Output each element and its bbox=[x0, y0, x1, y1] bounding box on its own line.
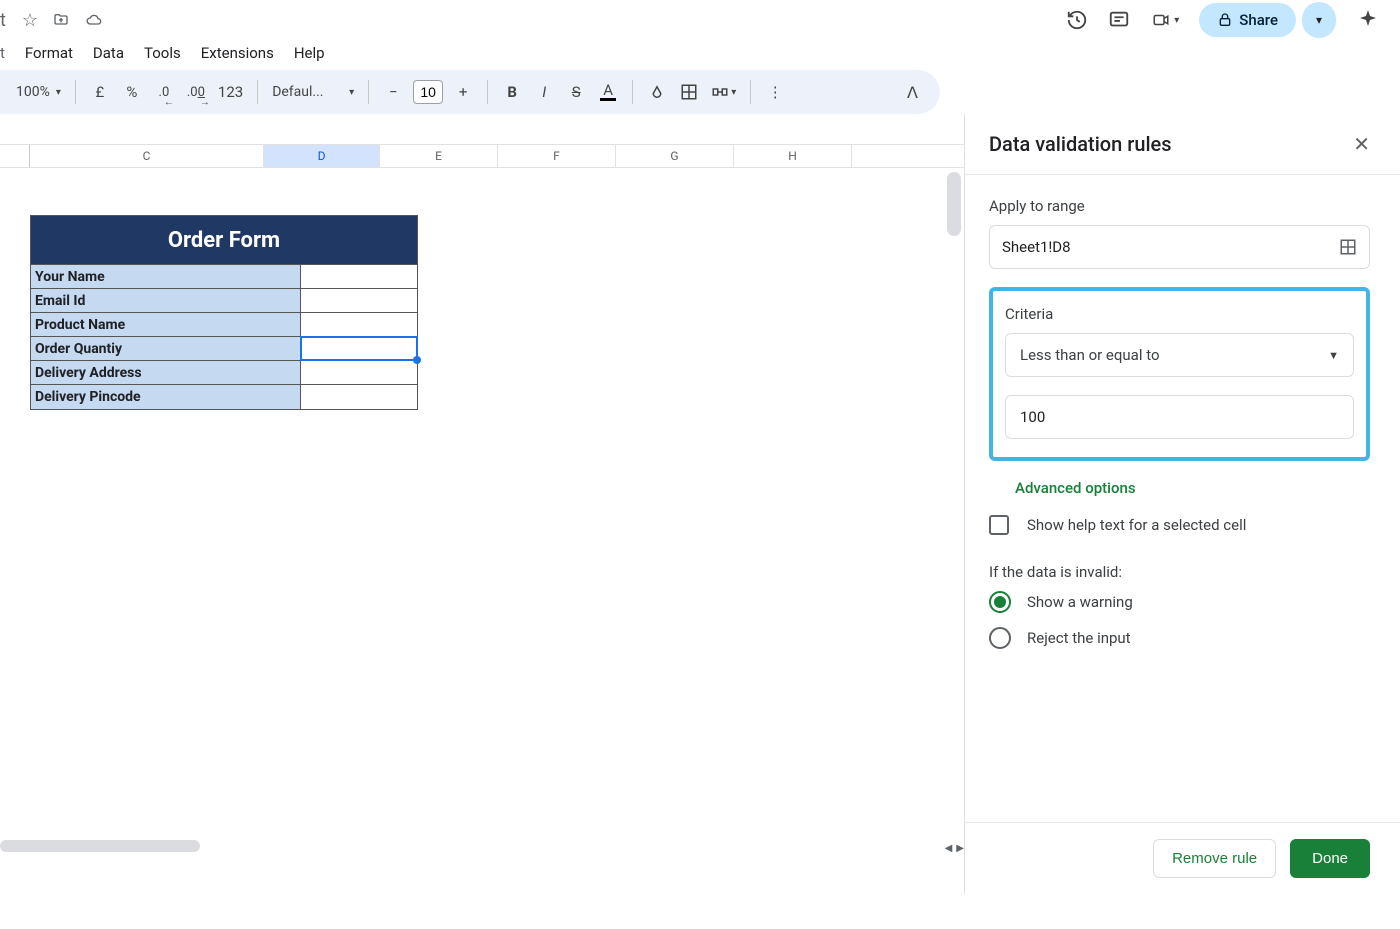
done-button[interactable]: Done bbox=[1290, 839, 1370, 878]
fill-color-button[interactable] bbox=[643, 78, 671, 106]
doc-title-truncated: t bbox=[0, 10, 6, 31]
select-all-corner[interactable] bbox=[0, 145, 30, 167]
font-size-decrease[interactable]: − bbox=[379, 78, 407, 106]
column-header-e[interactable]: E bbox=[380, 145, 498, 167]
cell-pincode[interactable] bbox=[301, 385, 417, 409]
column-header-g[interactable]: G bbox=[616, 145, 734, 167]
cell-quantity-selected[interactable] bbox=[301, 337, 417, 360]
horizontal-scrollbar[interactable] bbox=[0, 840, 964, 852]
column-headers: C D E F G H bbox=[0, 144, 964, 168]
label-email: Email Id bbox=[31, 289, 301, 312]
merge-cells-button[interactable]: ▾ bbox=[707, 78, 740, 106]
radio-reject-input[interactable] bbox=[989, 627, 1011, 649]
label-product: Product Name bbox=[31, 313, 301, 336]
menu-help[interactable]: Help bbox=[294, 44, 325, 62]
title-bar: t ☆ ▾ Share ▾ bbox=[0, 0, 1400, 40]
range-input[interactable]: Sheet1!D8 bbox=[989, 225, 1370, 269]
number-format-button[interactable]: 123 bbox=[214, 78, 247, 106]
advanced-options-button[interactable]: Advanced options bbox=[1015, 479, 1370, 497]
label-your-name: Your Name bbox=[31, 265, 301, 288]
column-header-d[interactable]: D bbox=[264, 145, 380, 167]
selection-handle[interactable] bbox=[413, 356, 421, 364]
more-toolbar-button[interactable]: ⋮ bbox=[761, 78, 789, 106]
criteria-value-input[interactable]: 100 bbox=[1005, 395, 1354, 439]
menu-bar: t Format Data Tools Extensions Help bbox=[0, 40, 1400, 70]
cell-your-name[interactable] bbox=[301, 265, 417, 288]
text-color-button[interactable]: A bbox=[594, 78, 622, 106]
criteria-highlight-box: Criteria Less than or equal to ▼ 100 bbox=[989, 287, 1370, 461]
sheet-scroll-arrows[interactable]: ◀▶ bbox=[945, 843, 964, 854]
label-quantity: Order Quantiy bbox=[31, 337, 301, 360]
meet-icon[interactable]: ▾ bbox=[1150, 11, 1179, 29]
help-text-checkbox[interactable] bbox=[989, 515, 1009, 535]
share-dropdown[interactable]: ▾ bbox=[1302, 2, 1336, 38]
column-header-h[interactable]: H bbox=[734, 145, 852, 167]
font-family-dropdown[interactable]: Defaul...▾ bbox=[268, 78, 358, 106]
menu-format[interactable]: Format bbox=[25, 44, 73, 62]
remove-rule-button[interactable]: Remove rule bbox=[1153, 839, 1276, 878]
comments-icon[interactable] bbox=[1108, 9, 1130, 31]
star-icon[interactable]: ☆ bbox=[22, 10, 38, 31]
menu-extensions[interactable]: Extensions bbox=[201, 44, 274, 62]
toolbar: 100%▾ £ % .0← .00→ 123 Defaul...▾ − + B … bbox=[0, 70, 940, 114]
label-pincode: Delivery Pincode bbox=[31, 385, 301, 409]
cell-product[interactable] bbox=[301, 313, 417, 336]
criteria-label: Criteria bbox=[1005, 305, 1354, 323]
spreadsheet-grid[interactable]: C D E F G H Order Form Your Name Email I… bbox=[0, 114, 964, 913]
move-to-folder-icon[interactable] bbox=[52, 12, 70, 28]
radio-show-warning[interactable] bbox=[989, 591, 1011, 613]
increase-decimal-button[interactable]: .00→ bbox=[182, 78, 210, 106]
collapse-toolbar-button[interactable]: ᐱ bbox=[897, 77, 928, 108]
strikethrough-button[interactable]: S bbox=[562, 78, 590, 106]
cell-email[interactable] bbox=[301, 289, 417, 312]
radio-reject-input-label: Reject the input bbox=[1027, 629, 1131, 647]
order-form-title: Order Form bbox=[31, 216, 417, 265]
range-value: Sheet1!D8 bbox=[1002, 238, 1071, 256]
column-header-c[interactable]: C bbox=[30, 145, 264, 167]
radio-show-warning-label: Show a warning bbox=[1027, 593, 1133, 611]
help-text-checkbox-label: Show help text for a selected cell bbox=[1027, 516, 1246, 534]
bold-button[interactable]: B bbox=[498, 78, 526, 106]
cell-address[interactable] bbox=[301, 361, 417, 384]
panel-title: Data validation rules bbox=[989, 132, 1172, 156]
font-size-input[interactable] bbox=[413, 80, 443, 104]
column-header-f[interactable]: F bbox=[498, 145, 616, 167]
share-button[interactable]: Share bbox=[1199, 3, 1296, 37]
menu-data[interactable]: Data bbox=[93, 44, 124, 62]
font-size-increase[interactable]: + bbox=[449, 78, 477, 106]
decrease-decimal-button[interactable]: .0← bbox=[150, 78, 178, 106]
borders-button[interactable] bbox=[675, 78, 703, 106]
percent-button[interactable]: % bbox=[118, 78, 146, 106]
italic-button[interactable]: I bbox=[530, 78, 558, 106]
zoom-dropdown[interactable]: 100%▾ bbox=[12, 78, 65, 106]
chevron-down-icon: ▼ bbox=[1328, 349, 1339, 362]
data-validation-panel: Data validation rules ✕ Apply to range S… bbox=[964, 114, 1400, 894]
invalid-data-label: If the data is invalid: bbox=[989, 563, 1370, 581]
apply-to-range-label: Apply to range bbox=[989, 197, 1370, 215]
cloud-status-icon[interactable] bbox=[84, 12, 104, 28]
label-address: Delivery Address bbox=[31, 361, 301, 384]
share-label: Share bbox=[1239, 11, 1278, 29]
order-form-region: Order Form Your Name Email Id Product Na… bbox=[30, 215, 418, 410]
history-icon[interactable] bbox=[1066, 9, 1088, 31]
select-range-icon[interactable] bbox=[1339, 238, 1357, 256]
ai-spark-icon[interactable] bbox=[1356, 8, 1380, 32]
criteria-dropdown[interactable]: Less than or equal to ▼ bbox=[1005, 333, 1354, 377]
currency-pound-button[interactable]: £ bbox=[86, 78, 114, 106]
criteria-selected-value: Less than or equal to bbox=[1020, 346, 1160, 364]
menu-tools[interactable]: Tools bbox=[144, 44, 181, 62]
vertical-scrollbar[interactable] bbox=[947, 168, 961, 868]
menu-truncated[interactable]: t bbox=[0, 44, 5, 62]
close-icon[interactable]: ✕ bbox=[1353, 132, 1370, 156]
panel-footer: Remove rule Done bbox=[965, 822, 1400, 894]
